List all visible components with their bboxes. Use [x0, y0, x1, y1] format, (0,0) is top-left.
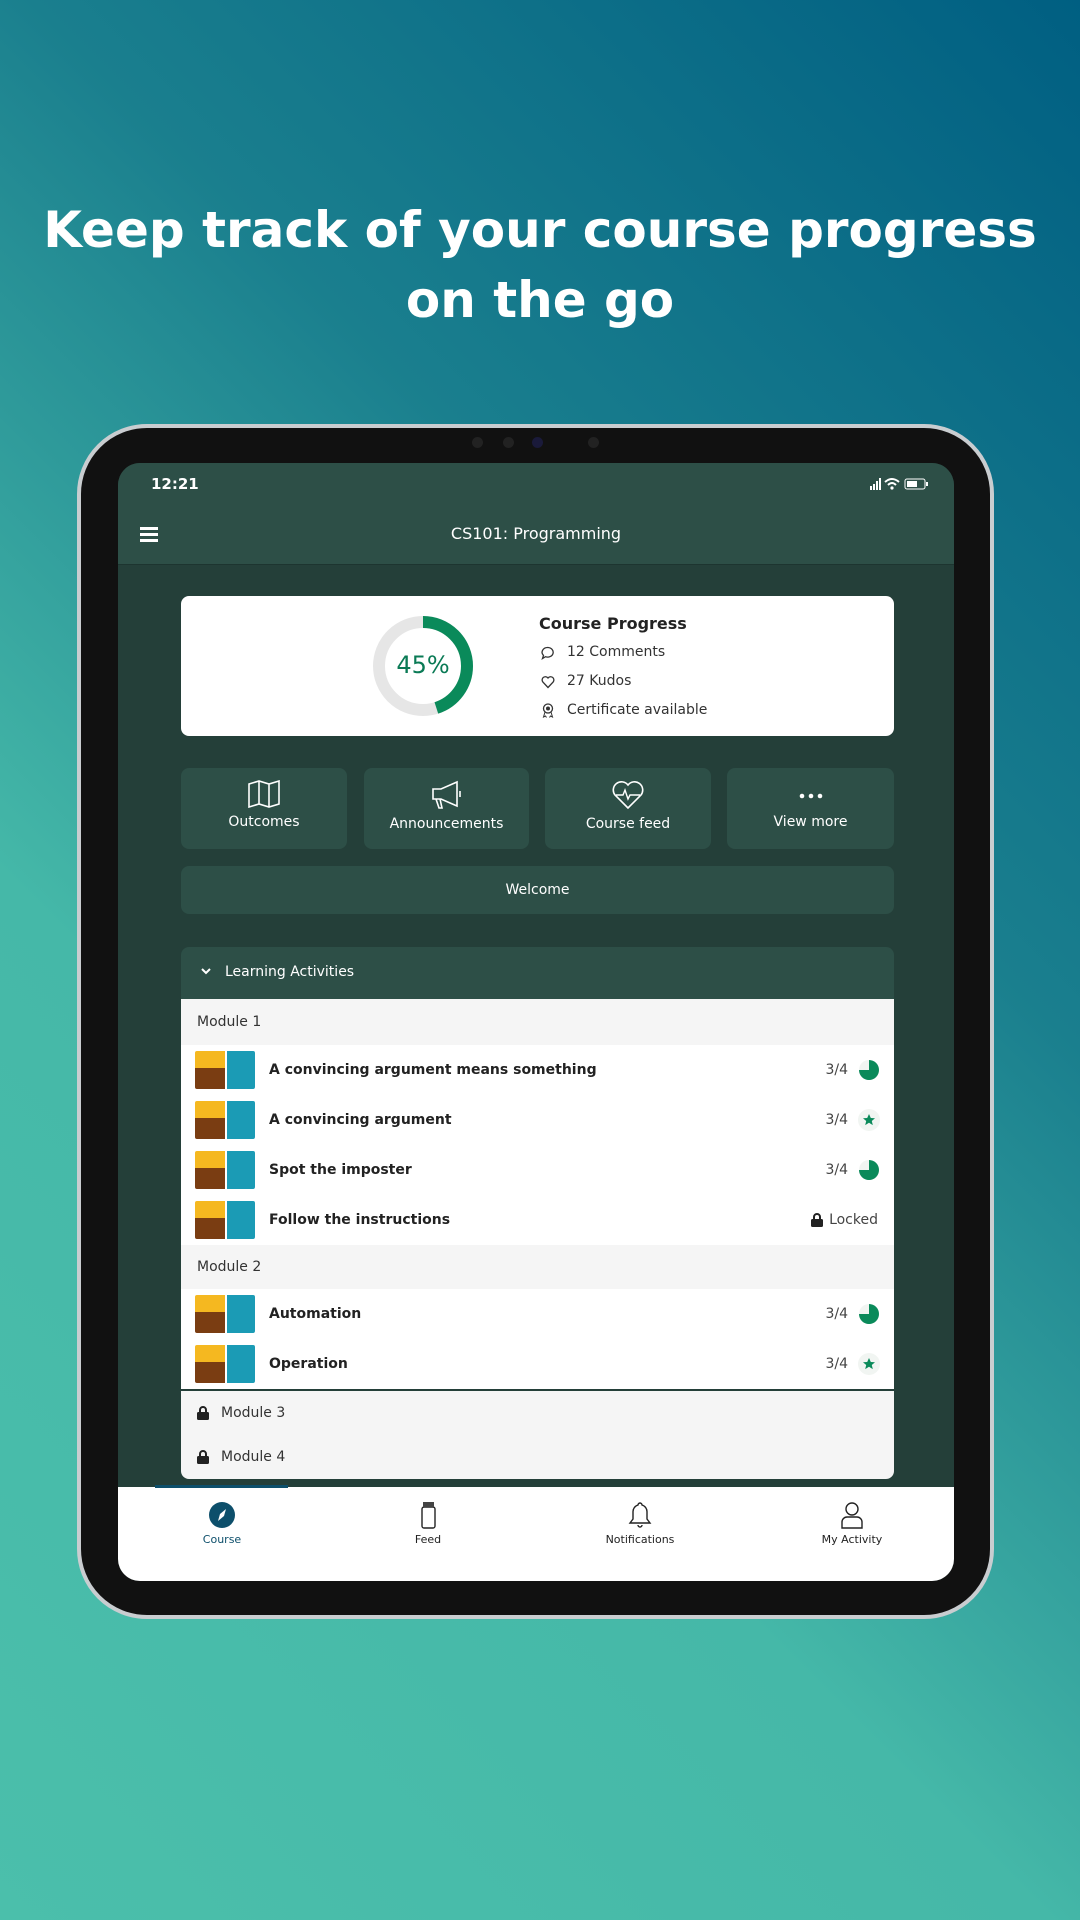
sensor-dot	[503, 437, 514, 448]
nav-feed[interactable]: Feed	[328, 1501, 528, 1546]
activity-row[interactable]: Spot the imposter 3/4	[181, 1145, 894, 1195]
activity-row[interactable]: A convincing argument 3/4	[181, 1095, 894, 1145]
activity-thumbnail	[195, 1201, 255, 1239]
status-time: 12:21	[151, 475, 199, 493]
activity-progress: 3/4	[825, 1112, 848, 1128]
map-icon	[248, 780, 280, 808]
section-title: Learning Activities	[225, 964, 355, 980]
activity-title: A convincing argument	[269, 1112, 452, 1128]
active-tab-indicator	[155, 1485, 288, 1488]
sensor-dot	[472, 437, 483, 448]
nav-label: Feed	[414, 1533, 442, 1546]
app-screen: 12:21 CS101: Programming 45% Course Prog…	[118, 463, 954, 1581]
app-bar: CS101: Programming	[118, 503, 954, 565]
activity-row[interactable]: A convincing argument means something 3/4	[181, 1045, 894, 1095]
tile-view-more[interactable]: View more	[727, 768, 894, 849]
nav-my-activity[interactable]: My Activity	[752, 1501, 952, 1546]
progress-title: Course Progress	[539, 614, 687, 633]
welcome-button[interactable]: Welcome	[181, 866, 894, 914]
module-1-header[interactable]: Module 1	[181, 999, 894, 1045]
tile-announcements[interactable]: Announcements	[364, 768, 529, 849]
user-icon	[841, 1502, 863, 1529]
learning-activities-header[interactable]: Learning Activities	[181, 947, 894, 999]
star-icon	[858, 1109, 880, 1131]
welcome-label: Welcome	[505, 882, 570, 898]
sensor-dot	[588, 437, 599, 448]
tile-label: Announcements	[389, 816, 504, 832]
activity-title: Spot the imposter	[269, 1162, 412, 1178]
status-bar: 12:21	[118, 463, 954, 503]
progress-pie-icon	[859, 1304, 879, 1324]
lock-icon	[811, 1213, 824, 1227]
lock-icon	[197, 1406, 209, 1420]
activity-thumbnail	[195, 1295, 255, 1333]
activity-title: A convincing argument means something	[269, 1062, 597, 1078]
activity-thumbnail	[195, 1051, 255, 1089]
activity-thumbnail	[195, 1151, 255, 1189]
headline-line1: Keep track of your course progress	[43, 201, 1037, 259]
star-icon	[858, 1353, 880, 1375]
activity-title: Follow the instructions	[269, 1212, 451, 1228]
activity-progress: 3/4	[825, 1356, 848, 1372]
bottom-nav: Course Feed Notifications My Activity	[118, 1485, 954, 1581]
status-icons	[870, 478, 928, 490]
nav-notifications[interactable]: Notifications	[540, 1501, 740, 1546]
megaphone-icon	[431, 780, 461, 809]
page-title: CS101: Programming	[450, 524, 622, 543]
activity-thumbnail	[195, 1101, 255, 1139]
chevron-down-icon	[201, 968, 211, 975]
tile-outcomes[interactable]: Outcomes	[181, 768, 347, 849]
nav-label: Notifications	[605, 1533, 675, 1546]
feed-icon	[421, 1502, 436, 1529]
bell-icon	[628, 1502, 652, 1528]
module-4-header[interactable]: Module 4	[181, 1435, 894, 1479]
lock-icon	[197, 1450, 209, 1464]
progress-pie-icon	[859, 1160, 879, 1180]
headline: Keep track of your course progress on th…	[0, 195, 1080, 335]
progress-percent: 45%	[396, 651, 450, 679]
activity-title: Automation	[269, 1306, 362, 1322]
comments-count: 12 Comments	[567, 644, 666, 660]
compass-icon	[209, 1502, 235, 1528]
activity-row[interactable]: Automation 3/4	[181, 1289, 894, 1339]
activity-progress: 3/4	[825, 1306, 848, 1322]
module-label: Module 4	[221, 1449, 286, 1465]
tile-label: Course feed	[585, 816, 671, 832]
nav-label: Course	[202, 1533, 242, 1546]
activity-row[interactable]: Operation 3/4	[181, 1339, 894, 1389]
module-label: Module 2	[197, 1259, 262, 1275]
tile-label: View more	[773, 814, 848, 830]
module-2-header[interactable]: Module 2	[181, 1245, 894, 1289]
activity-thumbnail	[195, 1345, 255, 1383]
progress-card[interactable]: 45% Course Progress 12 Comments 27 Kudos…	[181, 596, 894, 736]
certificate-status: Certificate available	[567, 702, 708, 718]
headline-line2: on the go	[405, 271, 675, 329]
comment-icon	[541, 646, 554, 660]
module-3-header[interactable]: Module 3	[181, 1391, 894, 1435]
certificate-icon	[542, 703, 554, 718]
nav-course[interactable]: Course	[122, 1501, 322, 1546]
activity-progress: 3/4	[825, 1062, 848, 1078]
activity-progress: 3/4	[825, 1162, 848, 1178]
activity-title: Operation	[269, 1356, 348, 1372]
more-icon	[799, 793, 822, 799]
camera-icon	[532, 437, 543, 448]
heart-icon	[541, 676, 555, 689]
nav-label: My Activity	[821, 1533, 883, 1546]
kudos-count: 27 Kudos	[567, 673, 632, 689]
progress-pie-icon	[859, 1060, 879, 1080]
module-label: Module 3	[221, 1405, 286, 1421]
activity-row[interactable]: Follow the instructions Locked	[181, 1195, 894, 1245]
heart-pulse-icon	[612, 781, 644, 810]
module-label: Module 1	[197, 1014, 262, 1030]
tile-label: Outcomes	[228, 814, 300, 830]
tile-course-feed[interactable]: Course feed	[545, 768, 711, 849]
locked-label: Locked	[829, 1212, 878, 1228]
